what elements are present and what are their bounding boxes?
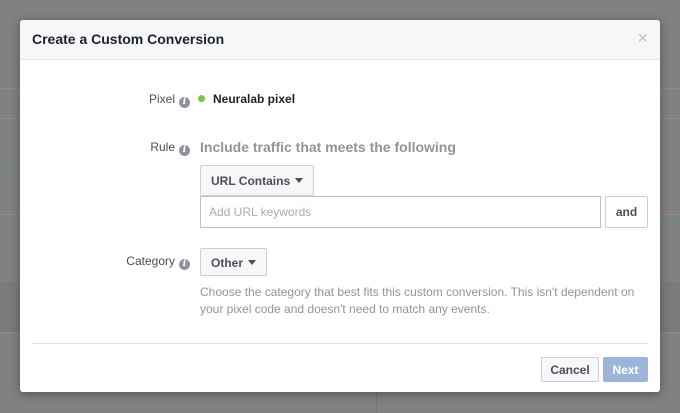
background-chart-line [660, 222, 680, 223]
dialog-header: Create a Custom Conversion × [20, 20, 660, 60]
next-button[interactable]: Next [603, 357, 648, 382]
custom-conversion-dialog: Create a Custom Conversion × Pixel i Neur… [20, 20, 660, 392]
category-label: Category i [100, 254, 190, 270]
and-button[interactable]: and [605, 196, 648, 228]
chevron-down-icon [295, 178, 304, 183]
url-condition-dropdown[interactable]: URL Contains [200, 165, 314, 196]
category-dropdown[interactable]: Other [200, 248, 267, 276]
url-condition-label: URL Contains [211, 174, 291, 188]
url-keywords-input[interactable] [200, 196, 601, 228]
rule-label-text: Rule [150, 140, 175, 154]
category-selected-label: Other [211, 256, 244, 270]
chevron-down-icon [248, 260, 257, 265]
pixel-label: Pixel i [100, 92, 190, 108]
pixel-name: Neuralab pixel [213, 92, 296, 106]
dialog-title: Create a Custom Conversion [32, 31, 225, 47]
footer-divider [32, 343, 648, 344]
background-chart-line [0, 165, 20, 166]
rule-label: Rule i [100, 140, 190, 156]
category-help-text: Choose the category that best fits this … [200, 285, 635, 316]
close-icon[interactable]: × [637, 29, 648, 47]
category-label-text: Category [126, 254, 175, 268]
pixel-status-dot [198, 95, 205, 102]
info-icon[interactable]: i [179, 145, 190, 156]
info-icon[interactable]: i [179, 97, 190, 108]
info-icon[interactable]: i [179, 259, 190, 270]
cancel-button[interactable]: Cancel [541, 357, 599, 382]
pixel-label-text: Pixel [148, 92, 175, 106]
rule-heading: Include traffic that meets the following [200, 139, 456, 155]
